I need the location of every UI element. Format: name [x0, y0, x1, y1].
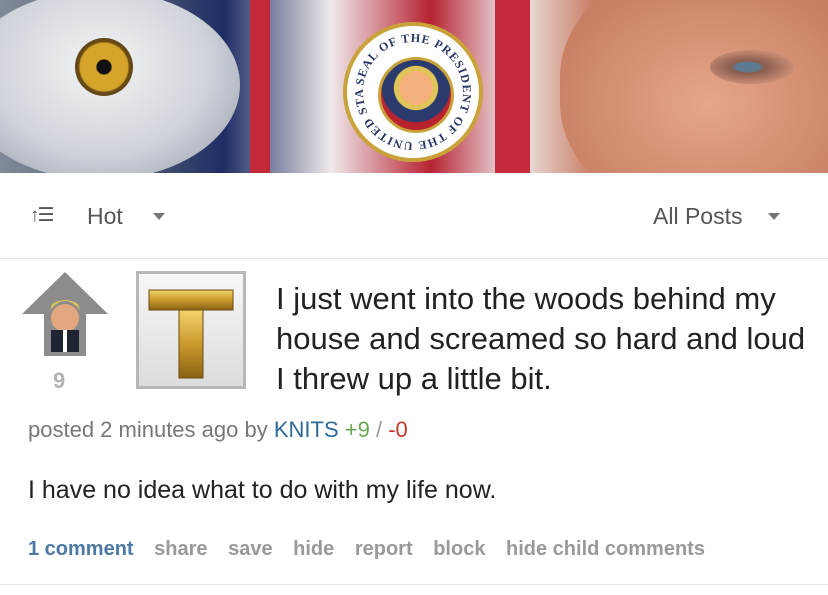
block-link[interactable]: block — [433, 538, 485, 560]
flag-stripe — [250, 0, 270, 173]
downvote-count: -0 — [388, 417, 408, 442]
comments-link[interactable]: 1 comment — [28, 538, 134, 560]
post-meta: posted 2 minutes ago by KNITS +9 / -0 — [28, 417, 408, 443]
filter-dropdown[interactable]: All Posts — [653, 203, 742, 230]
gold-t-logo — [148, 289, 234, 379]
vote-separator: / — [375, 417, 383, 442]
report-link[interactable]: report — [355, 538, 413, 560]
hide-link[interactable]: hide — [293, 538, 334, 560]
flag-stripe — [495, 0, 530, 173]
seal-portrait — [378, 57, 454, 133]
portrait-image — [560, 0, 828, 173]
eagle-eye — [75, 38, 133, 96]
divider — [0, 584, 828, 585]
header-banner: SEAL OF THE PRESIDENT OF THE UNITED STAT… — [0, 0, 828, 173]
sort-chevron-down-icon[interactable] — [153, 213, 165, 220]
upvote-count: +9 — [344, 417, 370, 442]
divider — [0, 258, 828, 259]
sort-dropdown[interactable]: Hot — [87, 203, 123, 230]
author-link[interactable]: KNITS — [274, 417, 339, 442]
sort-icon[interactable]: ↑☰ — [30, 204, 55, 227]
upvote-arrow-icon[interactable] — [20, 270, 110, 358]
vote-count: 9 — [53, 368, 66, 393]
posted-time: posted 2 minutes ago by — [28, 417, 268, 442]
post-thumbnail[interactable] — [136, 271, 246, 389]
post-actions: 1 comment share save hide report block h… — [28, 538, 720, 561]
presidential-seal: SEAL OF THE PRESIDENT OF THE UNITED STAT… — [343, 22, 483, 162]
post-body: I have no idea what to do with my life n… — [28, 476, 497, 504]
save-link[interactable]: save — [228, 538, 273, 560]
post-title[interactable]: I just went into the woods behind my hou… — [276, 279, 806, 399]
share-link[interactable]: share — [154, 538, 207, 560]
filter-chevron-down-icon[interactable] — [768, 213, 780, 220]
hide-child-comments-link[interactable]: hide child comments — [506, 538, 705, 560]
portrait-eye — [710, 50, 794, 84]
